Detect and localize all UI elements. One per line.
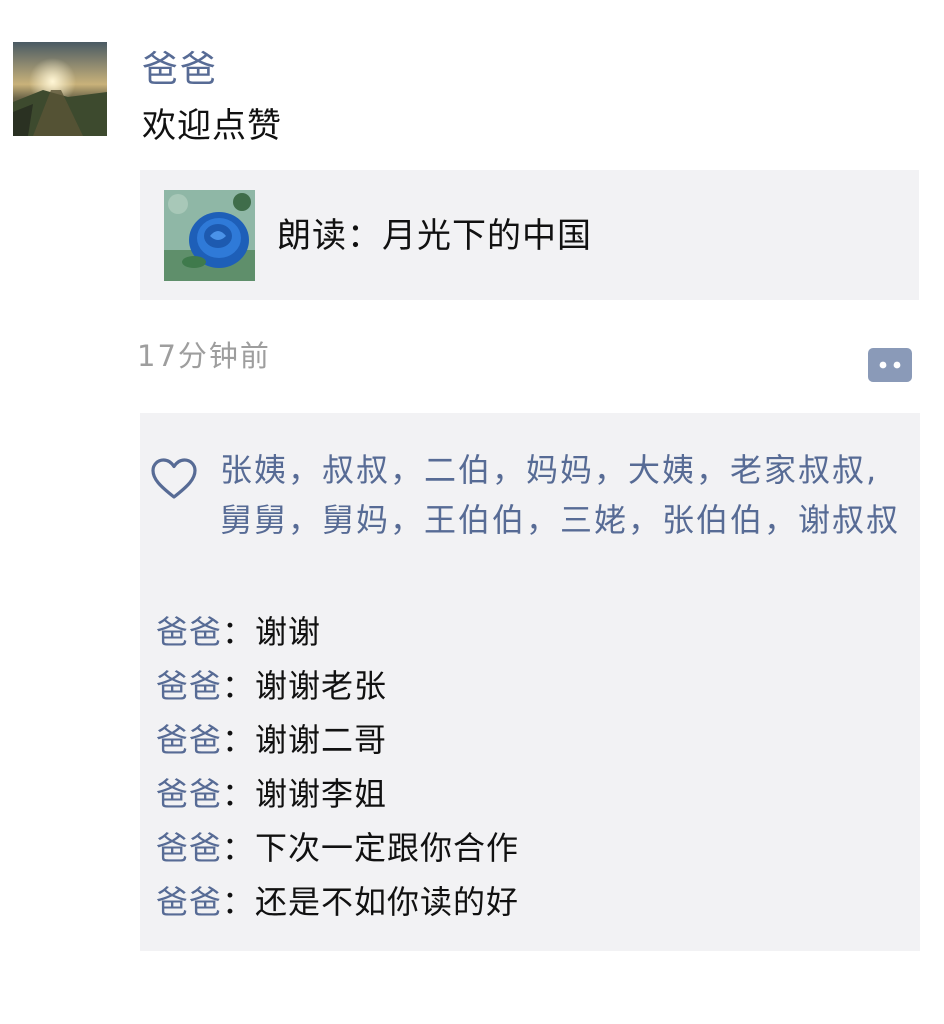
comment-author[interactable]: 爸爸 [156,721,222,759]
comment-item[interactable]: 爸爸：还是不如你读的好 [156,875,906,929]
comment-author[interactable]: 爸爸 [156,775,222,813]
comment-separator: ： [222,721,256,759]
avatar-image [13,42,107,136]
comment-item[interactable]: 爸爸：谢谢老张 [156,659,906,713]
avatar[interactable] [13,42,107,136]
comment-text: 谢谢李姐 [255,775,388,813]
comment-text: 还是不如你读的好 [255,883,520,921]
share-thumbnail [164,190,255,281]
comment-separator: ： [222,613,256,651]
comment-separator: ： [222,829,256,867]
comment-author[interactable]: 爸爸 [156,667,222,705]
comment-text: 谢谢 [255,613,322,651]
comment-separator: ： [222,775,256,813]
post-timestamp: 17分钟前 [137,339,271,373]
comment-text: 谢谢老张 [255,667,388,705]
comment-author[interactable]: 爸爸 [156,883,222,921]
likers-list[interactable]: 张姨，叔叔，二伯，妈妈，大姨，老家叔叔,舅舅，舅妈，王伯伯，三姥，张伯伯，谢叔叔 [220,445,900,545]
comment-item[interactable]: 爸爸：下次一定跟你合作 [156,821,906,875]
comment-item[interactable]: 爸爸：谢谢 [156,605,906,659]
comment-author[interactable]: 爸爸 [156,829,222,867]
comment-text: 谢谢二哥 [255,721,388,759]
comments-list: 爸爸：谢谢 爸爸：谢谢老张 爸爸：谢谢二哥 爸爸：谢谢李姐 爸爸：下次一定跟你合… [156,605,906,929]
comment-dots-icon[interactable] [866,346,914,384]
post-author[interactable]: 爸爸 [142,44,218,96]
comment-item[interactable]: 爸爸：谢谢李姐 [156,767,906,821]
heart-outline-icon [150,457,198,501]
comment-separator: ： [222,667,256,705]
interaction-panel: 张姨，叔叔，二伯，妈妈，大姨，老家叔叔,舅舅，舅妈，王伯伯，三姥，张伯伯，谢叔叔… [140,413,920,951]
post-text: 欢迎点赞 [142,106,282,146]
shared-link-card[interactable]: 朗读：月光下的中国 [140,170,919,300]
share-title: 朗读：月光下的中国 [277,216,592,256]
comment-author[interactable]: 爸爸 [156,613,222,651]
comment-separator: ： [222,883,256,921]
comment-item[interactable]: 爸爸：谢谢二哥 [156,713,906,767]
comment-text: 下次一定跟你合作 [255,829,520,867]
